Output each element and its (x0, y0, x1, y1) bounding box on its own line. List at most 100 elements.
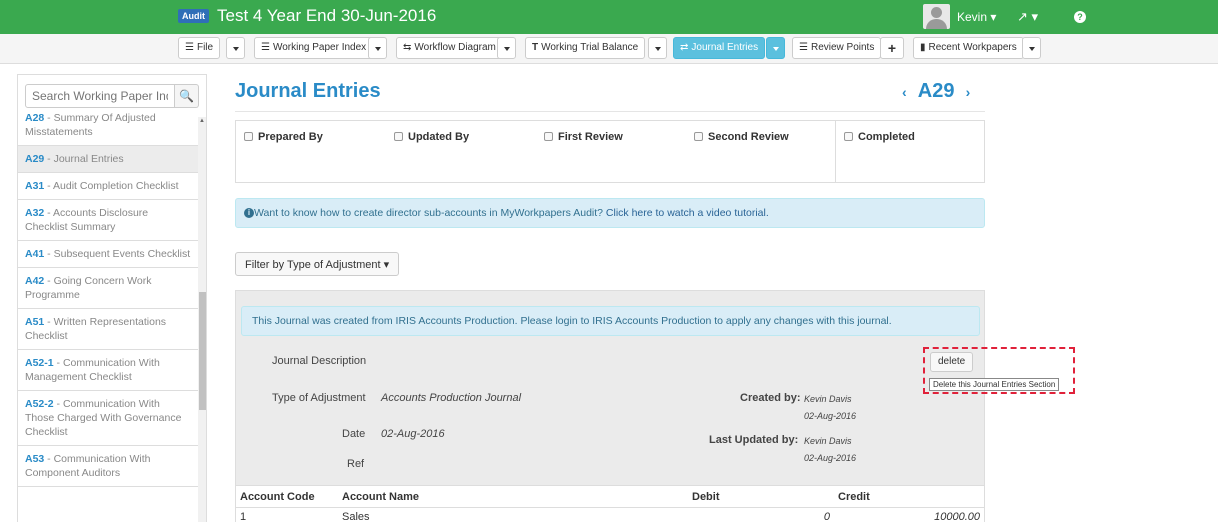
item-label: - Written Representations Checklist (25, 316, 166, 342)
sidebar-item-a41[interactable]: A41 - Subsequent Events Checklist (18, 241, 198, 268)
column-header: Account Name (338, 486, 688, 508)
account-code-cell: 1 (236, 508, 338, 526)
signoff-second-review[interactable]: Second Review (686, 121, 836, 182)
journal-section: This Journal was created from IRIS Accou… (235, 290, 985, 522)
sidebar-item-a29[interactable]: A29 - Journal Entries (18, 146, 198, 173)
wrench-icon[interactable]: ↗ ▾ (1017, 9, 1038, 25)
sidebar-item-a31[interactable]: A31 - Audit Completion Checklist (18, 173, 198, 200)
workflow-icon: ⇆ (403, 38, 411, 58)
item-code: A32 (25, 207, 44, 219)
signoff-label: First Review (558, 131, 623, 143)
search-icon[interactable]: 🔍 (175, 84, 199, 108)
last-updated-by-label: Last Updated by: (709, 434, 798, 446)
sidebar-item-a32[interactable]: A32 - Accounts Disclosure Checklist Summ… (18, 200, 198, 241)
ref-label: Ref (347, 458, 364, 470)
engagement-title[interactable]: Test 4 Year End 30-Jun-2016 (217, 6, 436, 26)
sidebar-item-a28[interactable]: A28 - Summary Of Adjusted Misstatements (18, 111, 198, 146)
working-trial-balance-label: Working Trial Balance (541, 42, 638, 53)
list-icon: ☰ (799, 38, 808, 58)
file-dropdown-toggle[interactable] (226, 37, 245, 59)
toolbar: ☰File ☰Working Paper Index ⇆Workflow Dia… (0, 34, 1218, 64)
reference-code: A29 (918, 80, 955, 102)
alert-text: Want to know how to create director sub-… (254, 207, 606, 219)
date-label: Date (342, 428, 365, 440)
signoff-completed[interactable]: Completed (835, 121, 984, 182)
filter-type-dropdown[interactable]: Filter by Type of Adjustment ▾ (235, 252, 399, 276)
signoff-label: Updated By (408, 131, 469, 143)
review-points-label: Review Points (811, 42, 874, 53)
review-points-button[interactable]: ☰Review Points (792, 37, 881, 59)
delete-tooltip: Delete this Journal Entries Section (929, 378, 1059, 391)
journal-lines-table: Account Code Account Name Debit Credit 1… (236, 485, 984, 526)
item-code: A52-2 (25, 398, 54, 410)
working-paper-index-dropdown-toggle[interactable] (368, 37, 387, 59)
iris-notice: This Journal was created from IRIS Accou… (241, 306, 980, 336)
journal-entries-label: Journal Entries (691, 42, 758, 53)
table-row[interactable]: 1 Sales 0 10000.00 (236, 508, 984, 526)
checkbox[interactable] (694, 132, 703, 141)
top-bar: Audit Test 4 Year End 30-Jun-2016 Kevin … (0, 0, 1218, 34)
signoff-label: Second Review (708, 131, 789, 143)
search-input[interactable] (25, 84, 175, 108)
item-label: - Subsequent Events Checklist (44, 248, 190, 260)
item-label: - Journal Entries (44, 153, 123, 165)
sidebar-item-a42[interactable]: A42 - Going Concern Work Programme (18, 268, 198, 309)
item-code: A29 (25, 153, 44, 165)
video-tutorial-alert: i Want to know how to create director su… (235, 198, 985, 228)
sidebar-item-a53[interactable]: A53 - Communication With Component Audit… (18, 446, 198, 487)
document-icon: ▮ (920, 38, 926, 58)
add-review-point-button[interactable]: + (880, 37, 904, 59)
working-trial-balance-dropdown-toggle[interactable] (648, 37, 667, 59)
signoff-prepared-by[interactable]: Prepared By (236, 121, 386, 182)
sidebar-scrollbar-thumb[interactable] (199, 292, 206, 410)
item-code: A53 (25, 453, 44, 465)
file-button[interactable]: ☰File (178, 37, 220, 59)
user-menu[interactable]: Kevin ▾ (957, 10, 996, 24)
workflow-diagram-dropdown-toggle[interactable] (497, 37, 516, 59)
scroll-up-arrow-icon[interactable]: ▲ (199, 118, 205, 124)
sidebar-item-a52-2[interactable]: A52-2 - Communication With Those Charged… (18, 391, 198, 446)
next-arrow-icon[interactable]: › (966, 84, 971, 100)
video-tutorial-link[interactable]: Click here to watch a video tutorial. (606, 207, 769, 219)
previous-arrow-icon[interactable]: ‹ (902, 84, 907, 100)
table-header-row: Account Code Account Name Debit Credit (236, 486, 984, 508)
account-name-cell: Sales (338, 508, 688, 526)
checkbox[interactable] (244, 132, 253, 141)
working-trial-balance-button[interactable]: TWorking Trial Balance (525, 37, 645, 59)
shuffle-icon: ⇄ (680, 38, 688, 58)
item-code: A42 (25, 275, 44, 287)
recent-workpapers-dropdown-toggle[interactable] (1022, 37, 1041, 59)
sidebar-item-a51[interactable]: A51 - Written Representations Checklist (18, 309, 198, 350)
checkbox[interactable] (544, 132, 553, 141)
audit-badge: Audit (178, 9, 209, 23)
title-divider (235, 111, 985, 112)
column-header: Debit (688, 486, 834, 508)
last-updated-by-name: Kevin Davis (804, 436, 852, 446)
column-header: Credit (834, 486, 984, 508)
created-by-name: Kevin Davis (804, 394, 852, 404)
working-paper-index-button[interactable]: ☰Working Paper Index (254, 37, 373, 59)
checkbox[interactable] (844, 132, 853, 141)
working-paper-list: A28 - Summary Of Adjusted Misstatements … (18, 111, 198, 487)
date-value: 02-Aug-2016 (381, 428, 445, 440)
workflow-diagram-button[interactable]: ⇆Workflow Diagram (396, 37, 503, 59)
column-header: Account Code (236, 486, 338, 508)
credit-cell: 10000.00 (834, 508, 984, 526)
checkbox[interactable] (394, 132, 403, 141)
signoff-updated-by[interactable]: Updated By (386, 121, 536, 182)
text-icon: T (532, 38, 538, 58)
help-icon[interactable]: ? (1074, 11, 1086, 23)
recent-workpapers-button[interactable]: ▮Recent Workpapers (913, 37, 1024, 59)
user-avatar[interactable] (923, 4, 950, 29)
signoff-panel: Prepared By Updated By First Review Seco… (235, 120, 985, 183)
item-label: - Audit Completion Checklist (44, 180, 178, 192)
type-of-adjustment-label: Type of Adjustment (272, 392, 366, 404)
journal-entries-button[interactable]: ⇄Journal Entries (673, 37, 765, 59)
last-updated-date: 02-Aug-2016 (804, 453, 856, 463)
working-paper-index-label: Working Paper Index (273, 42, 366, 53)
journal-entries-dropdown-toggle[interactable] (766, 37, 785, 59)
item-code: A52-1 (25, 357, 54, 369)
page-title: Journal Entries (235, 80, 381, 103)
signoff-first-review[interactable]: First Review (536, 121, 686, 182)
sidebar-item-a52-1[interactable]: A52-1 - Communication With Management Ch… (18, 350, 198, 391)
